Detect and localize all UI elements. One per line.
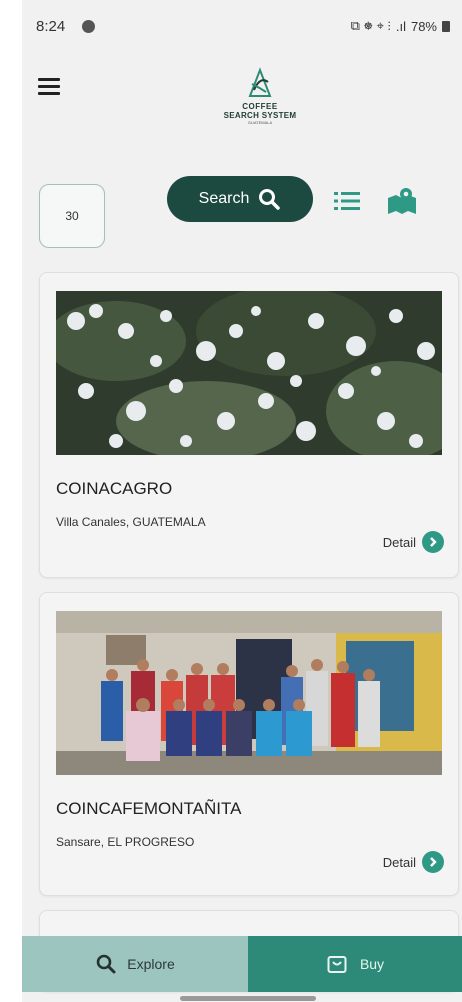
app-logo: COFFEE SEARCH SYSTEM GUATEMALA <box>200 66 320 144</box>
detail-link[interactable]: Detail <box>383 531 444 553</box>
logo-text-country: GUATEMALA <box>247 120 273 125</box>
detail-label: Detail <box>382 854 416 870</box>
search-button[interactable]: Search <box>167 176 313 222</box>
chevron-right-icon <box>422 531 444 553</box>
card-location: Villa Canales, GUATEMALA <box>56 515 206 529</box>
result-card-1[interactable]: COINACAGRO Villa Canales, GUATEMALA Deta… <box>39 272 459 578</box>
card-image-coffee-blossoms <box>56 291 442 455</box>
home-indicator[interactable] <box>180 996 316 1001</box>
card-title: COINCAFEMONTAÑITA <box>56 799 242 818</box>
map-view-icon[interactable] <box>386 186 418 216</box>
app-screen: 8:24 ⧉ ☸ ⌖ ⫶ .ıl 78% COFFEE SEARCH SYSTE… <box>22 0 462 1002</box>
nav-explore-tab[interactable]: Explore <box>22 936 248 992</box>
card-location: Sansare, EL PROGRESO <box>56 835 195 849</box>
status-time: 8:24 <box>36 18 66 35</box>
shopping-bag-icon <box>327 956 347 973</box>
signal-icon: .ıl <box>395 18 406 34</box>
logo-text-coffee: COFFEE <box>242 102 278 111</box>
status-icons: ⧉ ☸ ⌖ ⫶ .ıl 78% <box>351 18 450 34</box>
search-icon <box>259 189 281 210</box>
system-icons: ⧉ ☸ ⌖ ⫶ <box>350 18 391 33</box>
search-icon <box>96 954 116 974</box>
hamburger-menu-icon[interactable] <box>38 78 60 96</box>
card-image-cooperative-group <box>56 611 442 775</box>
search-button-label: Search <box>198 190 250 207</box>
chevron-right-icon <box>422 851 444 873</box>
nav-buy-tab[interactable]: Buy <box>248 936 462 992</box>
result-card-2[interactable]: COINCAFEMONTAÑITA Sansare, EL PROGRESO D… <box>39 592 459 896</box>
nav-buy-label: Buy <box>359 956 385 972</box>
logo-text-search-system: SEARCH SYSTEM <box>223 111 297 120</box>
status-bar: 8:24 ⧉ ☸ ⌖ ⫶ .ıl 78% <box>22 0 462 44</box>
battery-level: 78% <box>410 18 437 34</box>
notification-dot-icon <box>82 20 95 33</box>
detail-link[interactable]: Detail <box>383 851 444 873</box>
detail-label: Detail <box>382 534 416 550</box>
coffee-leaf-logo-icon <box>248 67 272 97</box>
list-view-icon[interactable] <box>334 190 360 212</box>
nav-explore-label: Explore <box>127 956 175 972</box>
results-count-value: 30 <box>65 209 79 223</box>
card-title: COINACAGRO <box>56 479 173 498</box>
bottom-navigation: Explore Buy <box>22 936 462 992</box>
battery-icon <box>442 20 450 32</box>
results-count-field[interactable]: 30 <box>39 184 105 248</box>
